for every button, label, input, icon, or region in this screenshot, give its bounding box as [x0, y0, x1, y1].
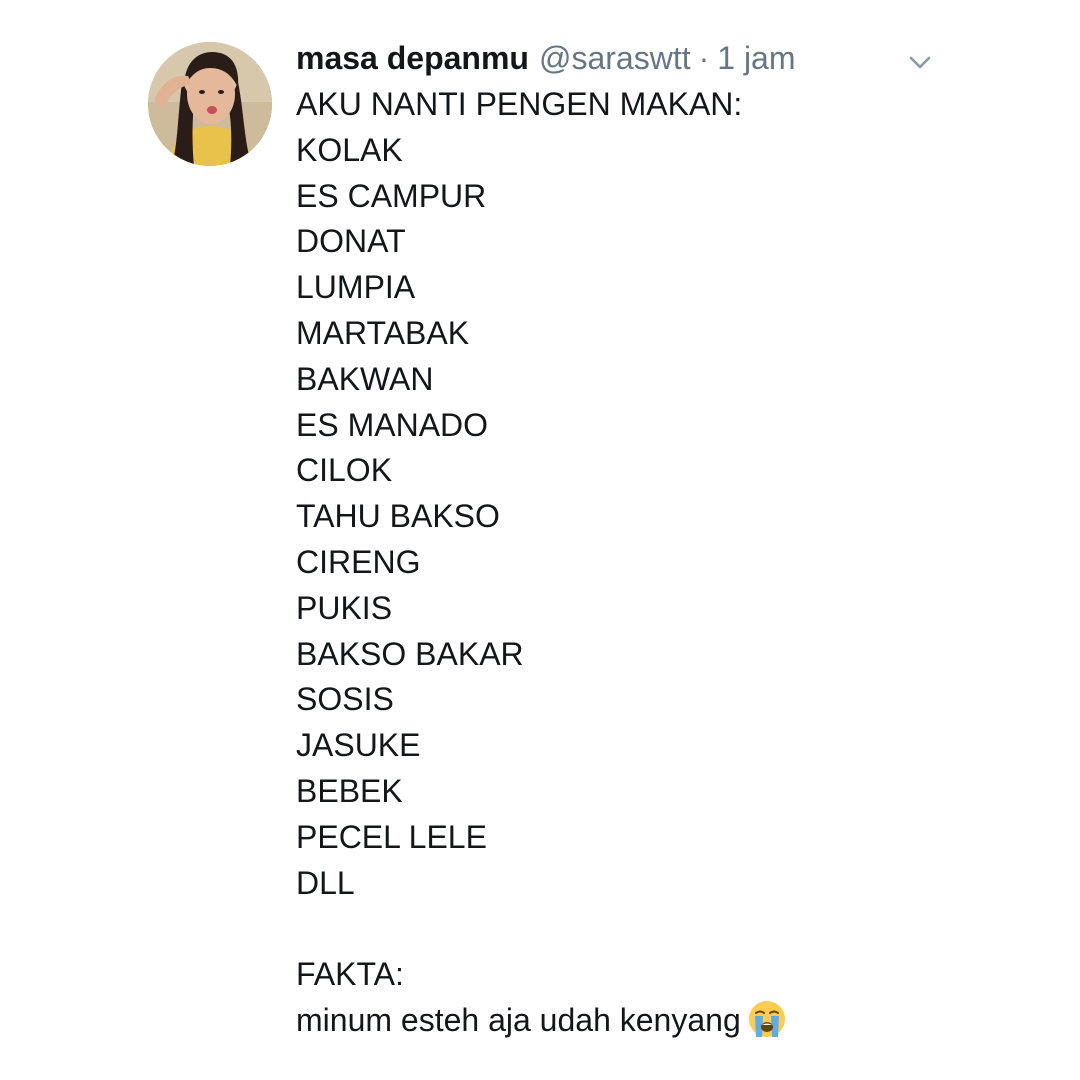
tweet-line-blank [296, 906, 787, 952]
last-line-text: minum esteh aja udah kenyang [296, 1001, 741, 1038]
tweet-text: AKU NANTI PENGEN MAKAN: KOLAK ES CAMPUR … [296, 82, 787, 1044]
tweet-line: LUMPIA [296, 269, 416, 306]
tweet-line: BEBEK [296, 772, 403, 809]
tweet-line: BAKSO BAKAR [296, 635, 524, 672]
tweet-line: DONAT [296, 223, 406, 260]
tweet-line: KOLAK [296, 131, 403, 168]
tweet-line: TAHU BAKSO [296, 498, 500, 535]
tweet-card: masa depanmu @saraswtt · 1 jam AKU NANTI… [0, 0, 1080, 1080]
profile-photo [148, 42, 272, 166]
tweet-line: ES CAMPUR [296, 177, 487, 214]
tweet-line: FAKTA: [296, 956, 404, 993]
tweet-line: MARTABAK [296, 314, 470, 351]
timestamp[interactable]: 1 jam [717, 38, 795, 78]
display-name[interactable]: masa depanmu [296, 38, 529, 78]
tweet-line: PUKIS [296, 589, 393, 626]
tweet-header: masa depanmu @saraswtt · 1 jam [296, 38, 796, 78]
tweet-line-last: minum esteh aja udah kenyang [296, 998, 787, 1044]
tweet-line: CILOK [296, 452, 393, 489]
tweet-line: BAKWAN [296, 360, 434, 397]
user-handle[interactable]: @saraswtt [539, 38, 691, 78]
avatar[interactable] [148, 42, 272, 166]
chevron-down-icon[interactable] [906, 48, 934, 76]
tweet-line: AKU NANTI PENGEN MAKAN: [296, 86, 743, 122]
tweet-line: PECEL LELE [296, 818, 487, 855]
tweet-line: SOSIS [296, 681, 394, 718]
tweet-line: ES MANADO [296, 406, 489, 443]
tweet-line: JASUKE [296, 727, 421, 764]
header-separator: · [698, 40, 710, 76]
tweet-line: DLL [296, 864, 355, 901]
tweet-line: CIRENG [296, 543, 421, 580]
loudly-crying-face-icon [747, 999, 787, 1039]
